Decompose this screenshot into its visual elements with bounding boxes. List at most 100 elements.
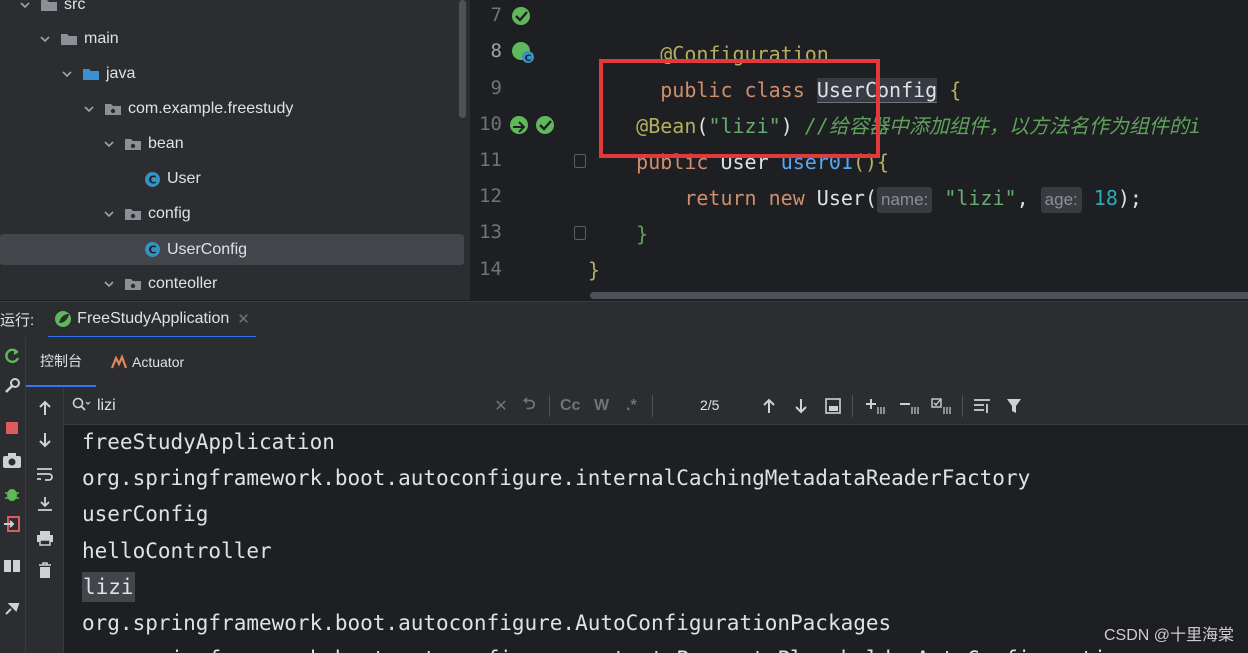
tree-item-label: UserConfig xyxy=(167,240,248,258)
svg-text:C: C xyxy=(148,173,156,186)
chevron-down-icon[interactable] xyxy=(38,32,52,46)
brace-token: } xyxy=(636,222,649,246)
navigate-bean-icon[interactable] xyxy=(508,114,532,141)
console-line-match: lizi xyxy=(82,572,135,602)
console-line: org.springframework.boot.autoconfigure.c… xyxy=(82,644,1131,653)
editor-gutter: 7 8 9 10 11 12 13 14 C xyxy=(470,0,586,300)
spring-boot-icon xyxy=(54,310,72,328)
scroll-to-end-icon[interactable] xyxy=(34,493,56,515)
console-output[interactable]: freeStudyApplication org.springframework… xyxy=(64,425,1248,653)
code-line-13: } xyxy=(588,216,648,252)
chevron-down-icon[interactable] xyxy=(18,0,32,12)
code-line-12: return new User(name: "lizi", age: 18); xyxy=(588,180,1142,216)
replace-icon[interactable]: ⮌ xyxy=(520,395,538,417)
select-all-occurrences-icon[interactable] xyxy=(930,395,954,417)
print-icon[interactable] xyxy=(34,527,56,549)
package-icon xyxy=(124,277,142,291)
camera-icon[interactable] xyxy=(1,449,23,471)
debug-bug-icon[interactable] xyxy=(1,483,23,505)
funnel-icon[interactable] xyxy=(1004,395,1024,417)
filter-lines-icon[interactable] xyxy=(972,395,992,417)
close-icon[interactable]: ✕ xyxy=(237,310,250,328)
folder-icon xyxy=(60,32,78,46)
match-count: 2/5 xyxy=(700,397,720,413)
spring-bean-icon[interactable] xyxy=(510,5,534,32)
match-word-button[interactable]: W xyxy=(594,395,609,417)
search-icon xyxy=(72,397,92,413)
console-line: org.springframework.boot.autoconfigure.i… xyxy=(82,466,1031,490)
tree-item-src[interactable]: src xyxy=(18,0,85,22)
editor-horizontal-scrollbar[interactable] xyxy=(590,292,1248,299)
search-input[interactable] xyxy=(97,395,477,417)
soft-wrap-icon[interactable] xyxy=(34,463,56,485)
comma-token: , xyxy=(1016,186,1029,210)
layout-icon[interactable] xyxy=(1,555,23,577)
tab-actuator[interactable]: Actuator xyxy=(96,337,198,387)
tree-item-config[interactable]: config xyxy=(102,197,191,231)
separator xyxy=(549,395,550,417)
clear-search-icon[interactable]: ✕ xyxy=(494,395,508,417)
arrow-down-icon[interactable] xyxy=(34,429,56,451)
run-label: 运行: xyxy=(0,312,35,329)
chevron-down-icon[interactable] xyxy=(82,102,96,116)
console-line: org.springframework.boot.autoconfigure.A… xyxy=(82,611,892,635)
line-number: 7 xyxy=(490,4,502,26)
remove-occurrence-icon[interactable] xyxy=(898,395,922,417)
project-tree: src main java com.example.freestudy bean… xyxy=(0,0,470,300)
tree-item-conteoller[interactable]: conteoller xyxy=(102,267,217,300)
tree-item-bean[interactable]: bean xyxy=(102,127,184,161)
tree-item-label: java xyxy=(106,65,136,82)
console-search-bar: ✕ ⮌ Cc W .* 2/5 xyxy=(64,387,1248,425)
line-number: 12 xyxy=(479,185,502,207)
trash-icon[interactable] xyxy=(34,559,56,581)
console-line: helloController xyxy=(82,539,272,563)
chevron-down-icon[interactable] xyxy=(60,67,74,81)
type-token: User xyxy=(816,186,865,210)
class-icon: C xyxy=(144,241,161,258)
rerun-icon[interactable] xyxy=(1,345,23,367)
previous-match-icon[interactable] xyxy=(760,395,778,417)
wrench-icon[interactable] xyxy=(1,375,23,397)
regex-button[interactable]: .* xyxy=(626,395,637,417)
highlight-box xyxy=(599,59,880,158)
fold-marker-icon[interactable] xyxy=(574,154,586,168)
brace-token: { xyxy=(949,78,962,102)
tree-item-java[interactable]: java xyxy=(60,57,135,91)
fold-marker-icon[interactable] xyxy=(574,226,586,240)
exit-icon[interactable] xyxy=(1,513,23,535)
spring-bean-icon[interactable] xyxy=(534,114,558,141)
paren-token: ); xyxy=(1117,186,1142,210)
chevron-down-icon[interactable] xyxy=(102,277,116,291)
in-selection-icon[interactable] xyxy=(824,395,842,417)
tree-item-label: src xyxy=(64,0,86,13)
match-case-button[interactable]: Cc xyxy=(560,395,580,417)
tab-run-configuration[interactable]: FreeStudyApplication ✕ xyxy=(48,302,256,338)
brace-token: } xyxy=(588,258,601,282)
tree-item-userconfig[interactable]: C UserConfig xyxy=(0,234,464,265)
tree-scrollbar[interactable] xyxy=(459,0,466,118)
chevron-down-icon[interactable] xyxy=(102,137,116,151)
folder-icon xyxy=(40,0,58,12)
paren-token: ( xyxy=(864,186,878,210)
tree-item-main[interactable]: main xyxy=(38,22,119,56)
spring-config-icon[interactable]: C xyxy=(510,40,536,69)
tree-item-package-root[interactable]: com.example.freestudy xyxy=(82,92,293,126)
stop-icon[interactable] xyxy=(1,417,23,439)
console-toolbar xyxy=(26,387,64,653)
package-icon xyxy=(124,137,142,151)
line-number: 11 xyxy=(479,149,502,171)
tree-item-user[interactable]: C User xyxy=(144,162,201,196)
line-number: 9 xyxy=(490,77,502,99)
arrow-up-icon[interactable] xyxy=(34,397,56,419)
add-occurrence-icon[interactable] xyxy=(864,395,888,417)
line-number: 8 xyxy=(490,40,502,62)
console-line: userConfig xyxy=(82,502,209,526)
tree-item-label: User xyxy=(167,170,201,187)
run-toolbar: 运行: FreeStudyApplication ✕ xyxy=(0,301,1248,338)
tree-item-label: main xyxy=(84,30,119,47)
chevron-down-icon[interactable] xyxy=(102,207,116,221)
watermark: CSDN @十里海棠 xyxy=(1103,621,1234,645)
tab-console[interactable]: 控制台 xyxy=(26,337,96,387)
next-match-icon[interactable] xyxy=(792,395,810,417)
pin-icon[interactable] xyxy=(1,597,23,619)
